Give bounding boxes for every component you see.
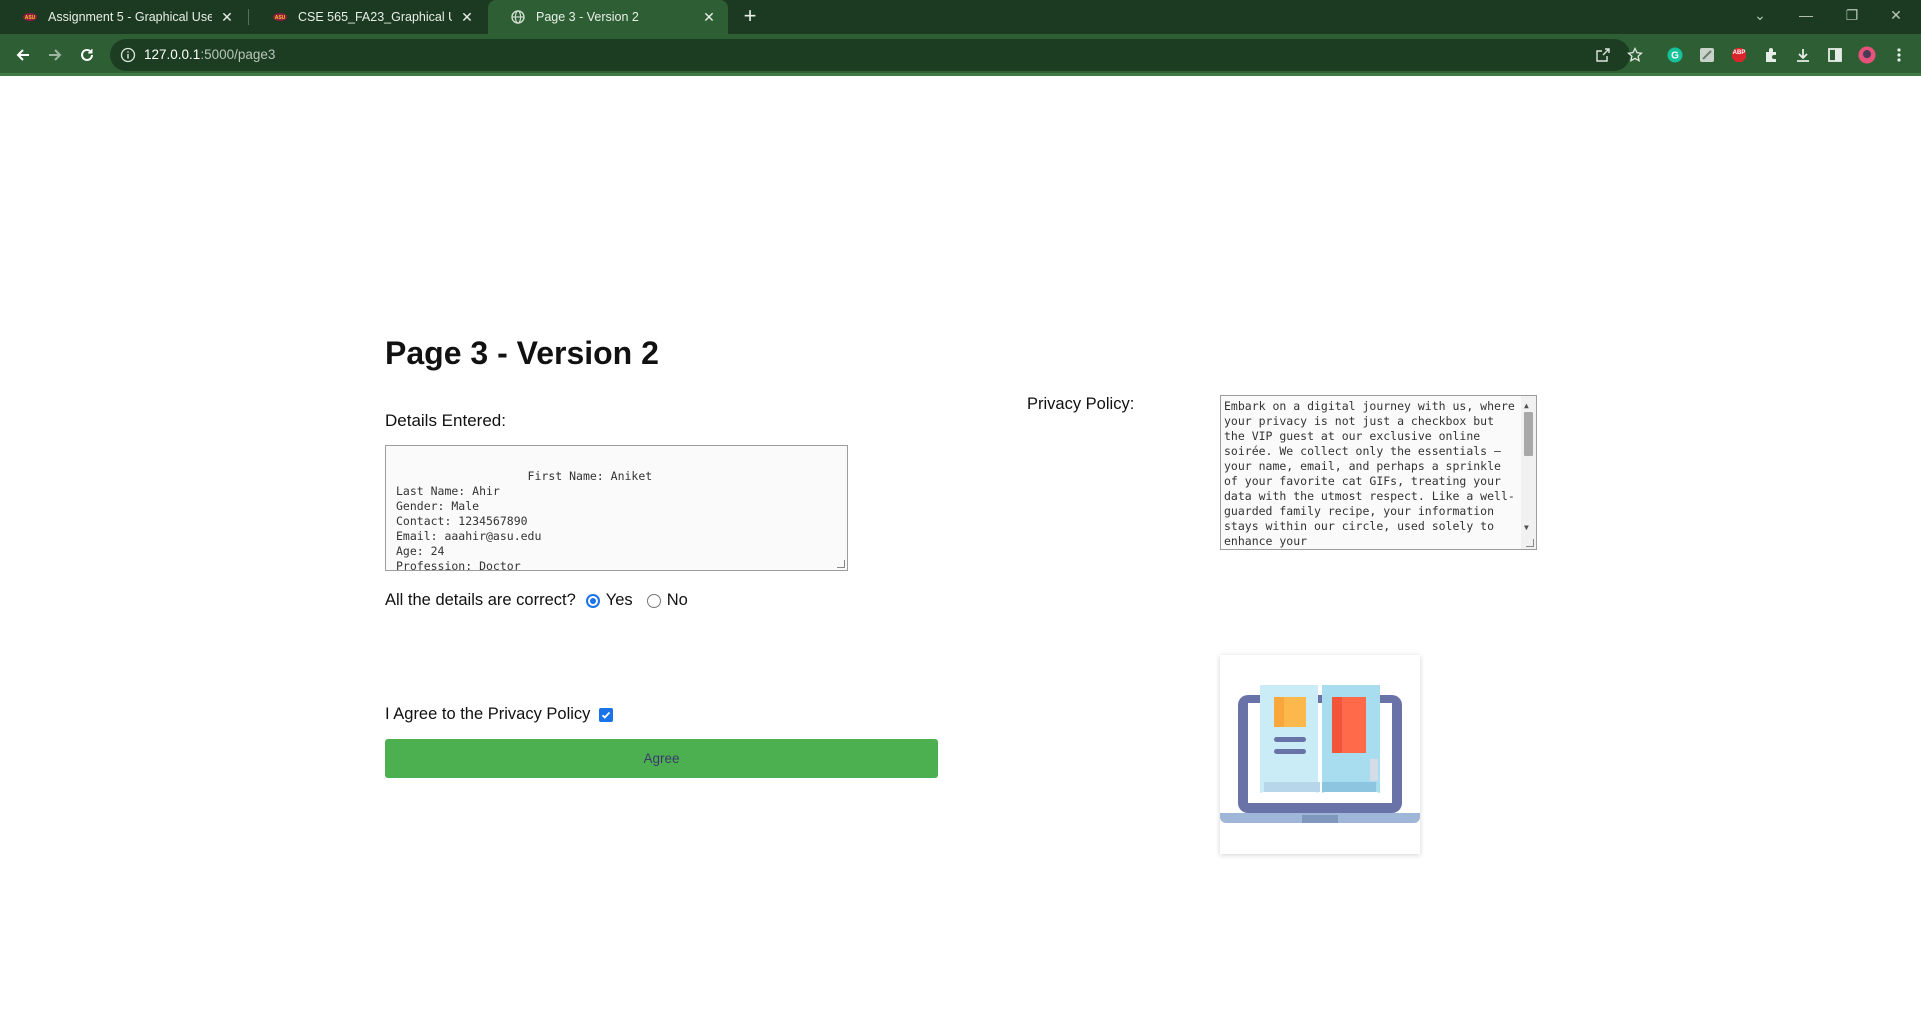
laptop-book-illustration bbox=[1220, 655, 1420, 854]
page-content: Page 3 - Version 2 Details Entered: Firs… bbox=[0, 79, 1921, 1033]
address-bar[interactable]: 127.0.0.1:5000/page3 bbox=[110, 39, 1630, 71]
restore-icon[interactable]: ❐ bbox=[1832, 0, 1872, 30]
browser-toolbar: 127.0.0.1:5000/page3 G ABP bbox=[0, 34, 1921, 76]
reload-icon[interactable] bbox=[74, 42, 100, 68]
scrollbar[interactable]: ▲ ▼ bbox=[1521, 396, 1536, 549]
tab-page-3[interactable]: Page 3 - Version 2 ✕ bbox=[488, 0, 728, 34]
minimize-icon[interactable]: — bbox=[1786, 0, 1826, 30]
question-label: All the details are correct? bbox=[385, 591, 576, 609]
agree-label[interactable]: I Agree to the Privacy Policy bbox=[385, 705, 590, 724]
yes-radio[interactable] bbox=[585, 593, 600, 608]
svg-text:G: G bbox=[1671, 51, 1679, 62]
forward-arrow-icon[interactable] bbox=[42, 42, 68, 68]
tab-separator bbox=[248, 9, 249, 25]
radio-dot bbox=[589, 597, 596, 604]
agree-button[interactable]: Agree bbox=[385, 739, 938, 778]
extension-icon[interactable] bbox=[1698, 46, 1716, 64]
profile-avatar[interactable] bbox=[1858, 46, 1876, 64]
privacy-policy-text: Embark on a digital journey with us, whe… bbox=[1224, 399, 1515, 548]
agree-checkbox[interactable] bbox=[599, 707, 614, 722]
privacy-policy-textarea[interactable]: Embark on a digital journey with us, whe… bbox=[1220, 395, 1537, 550]
url-host: 127.0.0.1 bbox=[144, 47, 201, 62]
tab-title: CSE 565_FA23_Graphical User Int bbox=[298, 10, 452, 24]
scroll-thumb[interactable] bbox=[1524, 412, 1533, 456]
download-icon[interactable] bbox=[1794, 46, 1812, 64]
adblock-label: ABP bbox=[1732, 50, 1746, 56]
tab-close-icon[interactable]: ✕ bbox=[700, 8, 718, 26]
more-icon[interactable] bbox=[1890, 46, 1908, 64]
resize-grip-icon[interactable] bbox=[837, 560, 845, 568]
tab-search-chevron-icon[interactable]: ⌄ bbox=[1740, 0, 1780, 30]
check-icon bbox=[602, 711, 611, 719]
tab-close-icon[interactable]: ✕ bbox=[218, 8, 236, 26]
svg-text:ASU: ASU bbox=[275, 15, 286, 21]
window-close-icon[interactable]: ✕ bbox=[1876, 0, 1916, 30]
asu-favicon-icon: ASU bbox=[22, 9, 38, 25]
privacy-policy-label: Privacy Policy: bbox=[1027, 395, 1135, 413]
svg-text:ASU: ASU bbox=[25, 15, 36, 21]
details-text: First Name: Aniket Last Name: Ahir Gende… bbox=[396, 469, 653, 571]
scroll-up-arrow-icon[interactable]: ▲ bbox=[1524, 398, 1529, 413]
browser-tab-strip: ASU Assignment 5 - Graphical User Ir ✕ A… bbox=[0, 0, 1921, 34]
tab-title: Assignment 5 - Graphical User Ir bbox=[48, 10, 212, 24]
globe-icon bbox=[510, 9, 526, 25]
no-label[interactable]: No bbox=[667, 591, 688, 610]
puzzle-icon[interactable] bbox=[1762, 46, 1780, 64]
laptop-book-icon bbox=[1220, 685, 1420, 823]
details-textarea[interactable]: First Name: Aniket Last Name: Ahir Gende… bbox=[385, 445, 848, 571]
details-correct-question: All the details are correct? Yes No bbox=[385, 591, 692, 610]
share-icon[interactable] bbox=[1594, 46, 1612, 64]
tab-close-icon[interactable]: ✕ bbox=[458, 8, 476, 26]
url-text[interactable]: 127.0.0.1:5000/page3 bbox=[144, 47, 275, 62]
resize-grip-icon[interactable] bbox=[1526, 539, 1534, 547]
privacy-agree-row: I Agree to the Privacy Policy bbox=[385, 705, 614, 724]
details-label: Details Entered: bbox=[385, 411, 506, 430]
url-path: :5000/page3 bbox=[200, 47, 276, 62]
sidebar-icon[interactable] bbox=[1826, 46, 1844, 64]
info-icon[interactable] bbox=[120, 47, 136, 63]
new-tab-icon[interactable]: + bbox=[738, 5, 762, 29]
star-icon[interactable] bbox=[1626, 46, 1644, 64]
grammarly-icon[interactable]: G bbox=[1666, 46, 1684, 64]
tab-cse-565[interactable]: ASU CSE 565_FA23_Graphical User Int ✕ bbox=[250, 0, 486, 34]
adblock-icon[interactable]: ABP bbox=[1730, 46, 1748, 64]
yes-label[interactable]: Yes bbox=[606, 591, 633, 610]
no-radio[interactable] bbox=[646, 593, 661, 608]
back-arrow-icon[interactable] bbox=[10, 42, 36, 68]
tab-title: Page 3 - Version 2 bbox=[536, 10, 639, 24]
page-title: Page 3 - Version 2 bbox=[385, 335, 659, 371]
tab-assignment-5[interactable]: ASU Assignment 5 - Graphical User Ir ✕ bbox=[0, 0, 246, 34]
asu-favicon-icon: ASU bbox=[272, 9, 288, 25]
scroll-down-arrow-icon[interactable]: ▼ bbox=[1524, 520, 1529, 535]
